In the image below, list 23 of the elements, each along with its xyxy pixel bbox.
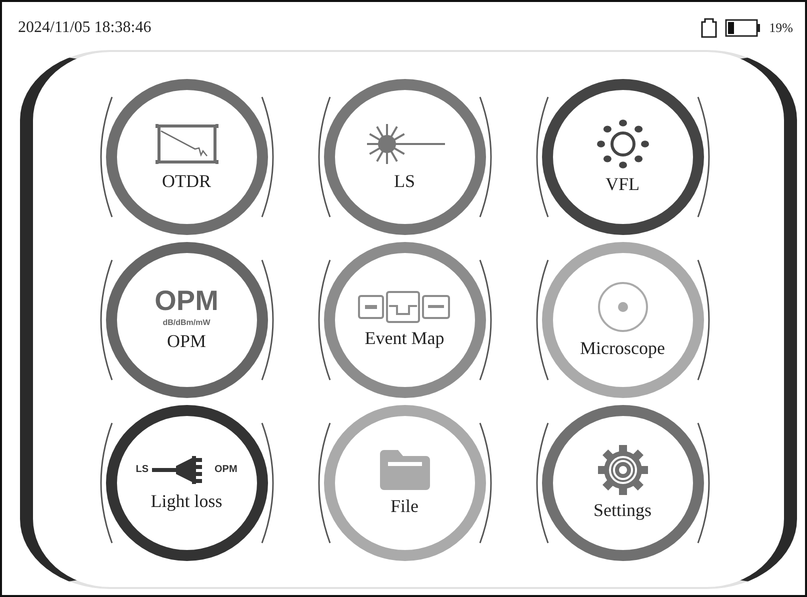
app-tile-button[interactable]: Microscope: [542, 242, 704, 398]
sun-icon: [594, 118, 650, 170]
battery-icon: [725, 19, 762, 37]
target-icon: [596, 280, 650, 334]
gear-icon: [596, 444, 648, 496]
battery-percent: 19%: [769, 20, 793, 36]
app-tile-button[interactable]: VFL: [542, 78, 704, 234]
event-map-icon: [356, 290, 452, 324]
app-tile-button[interactable]: LS OPM Light loss: [106, 404, 268, 560]
app-tile-button[interactable]: Event Map: [324, 242, 486, 398]
unit-icon-text: dB/dBm/mW: [162, 319, 210, 327]
app-tile-button[interactable]: OTDR: [106, 78, 268, 234]
app-tile-button[interactable]: File: [324, 404, 486, 560]
app-tile-button[interactable]: LS: [324, 78, 486, 234]
trace-screen-icon: [154, 121, 218, 167]
folder-icon: [378, 448, 432, 492]
app-tile-button[interactable]: Settings: [542, 404, 704, 560]
app-tile-button[interactable]: OPM dB/dBm/mW OPM: [106, 242, 268, 398]
ls-icon-text: LS: [136, 465, 148, 475]
opm-icon-text: OPM: [154, 287, 218, 315]
date-time: 2024/11/05 18:38:46: [18, 19, 152, 37]
opm-icon-text: OPM: [214, 465, 238, 475]
sd-card-icon: [701, 18, 718, 38]
